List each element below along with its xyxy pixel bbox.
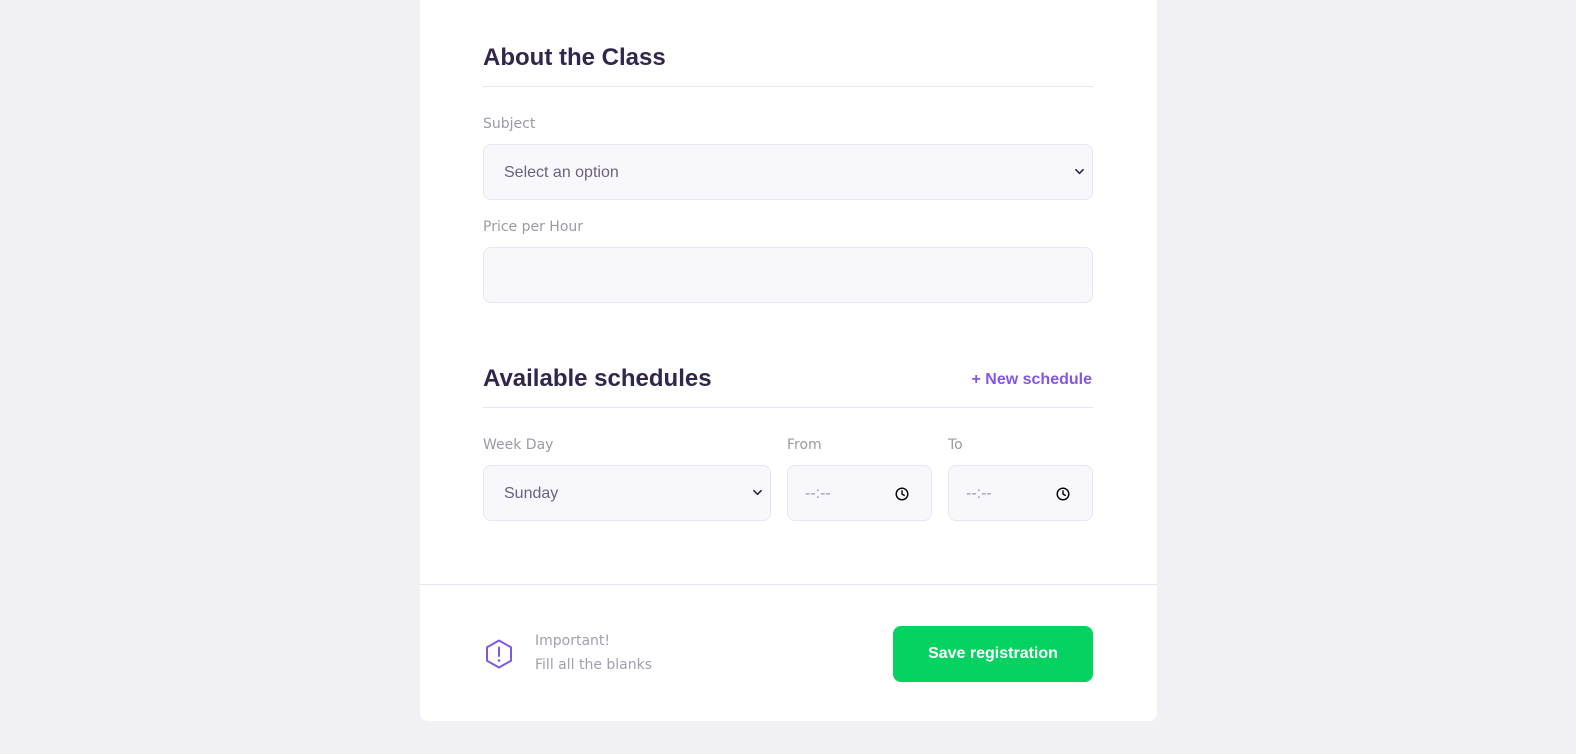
week-day-select-value: Sunday <box>504 485 559 502</box>
subject-select-value: Select an option <box>504 164 619 181</box>
price-input[interactable] <box>483 247 1093 303</box>
from-time-input[interactable]: --:-- <box>787 465 932 521</box>
chevron-down-icon <box>1075 168 1084 175</box>
clock-icon[interactable] <box>895 487 909 501</box>
about-class-title: About the Class <box>483 44 666 71</box>
about-class-divider <box>483 86 1093 87</box>
schedules-divider <box>483 407 1093 408</box>
chevron-down-icon <box>753 489 762 496</box>
warning-hexagon-icon <box>486 639 512 669</box>
schedules-title: Available schedules <box>483 365 712 392</box>
to-label: To <box>948 437 963 453</box>
from-time-value: --:-- <box>805 485 831 502</box>
important-text: Fill all the blanks <box>535 657 653 673</box>
subject-select[interactable]: Select an option <box>483 144 1093 200</box>
week-day-label: Week Day <box>483 437 554 453</box>
to-time-value: --:-- <box>966 485 992 502</box>
registration-card: About the Class Subject Select an option… <box>420 0 1157 721</box>
clock-icon[interactable] <box>1056 487 1070 501</box>
from-label: From <box>787 437 822 453</box>
week-day-select[interactable]: Sunday <box>483 465 771 521</box>
footer-divider <box>420 584 1157 585</box>
important-label: Important! <box>535 633 611 649</box>
save-registration-button[interactable]: Save registration <box>893 626 1093 682</box>
price-label: Price per Hour <box>483 219 584 235</box>
to-time-input[interactable]: --:-- <box>948 465 1093 521</box>
new-schedule-button[interactable]: + New schedule <box>972 371 1093 389</box>
subject-label: Subject <box>483 116 536 132</box>
